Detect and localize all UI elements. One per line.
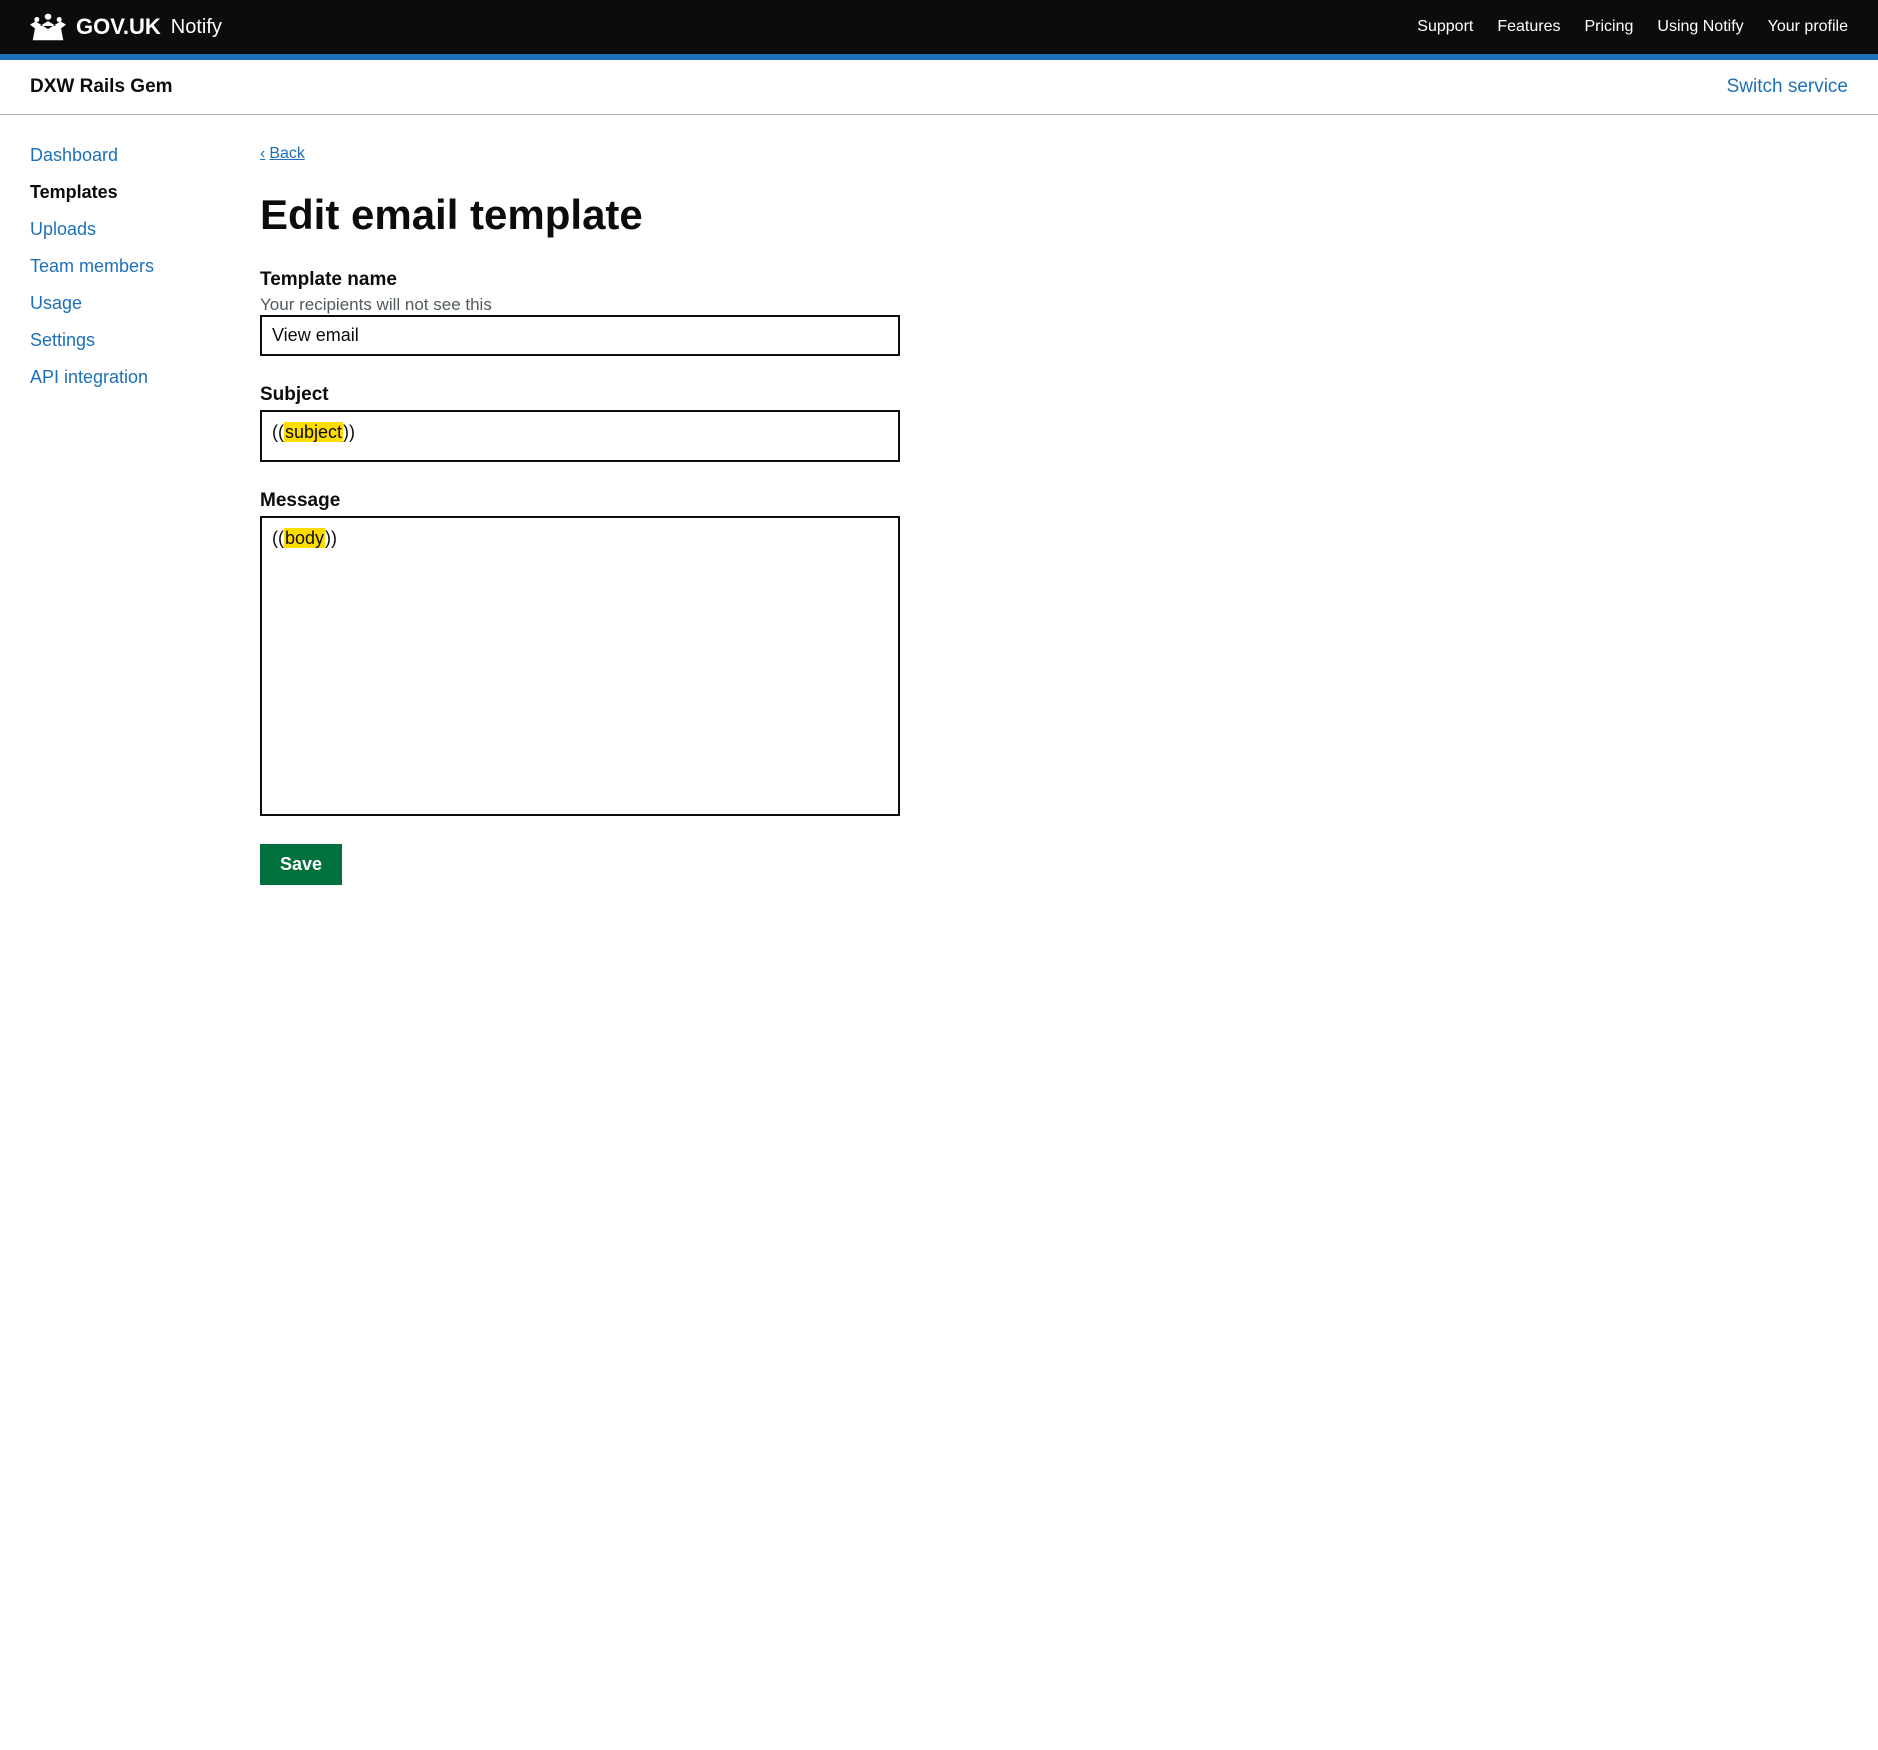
logo: GOV.UK Notify bbox=[30, 12, 222, 42]
service-name: DXW Rails Gem bbox=[30, 76, 173, 98]
message-label: Message bbox=[260, 490, 1040, 512]
sidebar-item-usage[interactable]: Usage bbox=[30, 293, 230, 314]
nav-using-notify[interactable]: Using Notify bbox=[1657, 18, 1743, 36]
template-name-hint: Your recipients will not see this bbox=[260, 295, 492, 314]
sidebar-item-dashboard[interactable]: Dashboard bbox=[30, 145, 230, 166]
sidebar: Dashboard Templates Uploads Team members… bbox=[30, 145, 230, 885]
sidebar-item-team-members[interactable]: Team members bbox=[30, 256, 230, 277]
subject-label: Subject bbox=[260, 384, 1040, 406]
header: GOV.UK Notify Support Features Pricing U… bbox=[0, 0, 1878, 54]
nav-your-profile[interactable]: Your profile bbox=[1768, 18, 1848, 36]
logo-text: GOV.UK bbox=[76, 14, 161, 40]
back-chevron-icon: ‹ bbox=[260, 145, 265, 163]
switch-service-link[interactable]: Switch service bbox=[1727, 76, 1848, 98]
message-input[interactable]: ((body)) bbox=[260, 516, 900, 816]
service-bar: DXW Rails Gem Switch service bbox=[0, 60, 1878, 115]
back-link[interactable]: ‹ Back bbox=[260, 145, 305, 163]
template-name-label: Template name bbox=[260, 269, 1040, 291]
save-button[interactable]: Save bbox=[260, 844, 342, 885]
back-label: Back bbox=[269, 145, 305, 163]
header-nav: Support Features Pricing Using Notify Yo… bbox=[1417, 18, 1848, 36]
subject-group: Subject ((subject)) bbox=[260, 384, 1040, 462]
page-title: Edit email template bbox=[260, 191, 1040, 239]
crown-icon bbox=[30, 12, 66, 42]
template-name-group: Template name Your recipients will not s… bbox=[260, 269, 1040, 356]
nav-features[interactable]: Features bbox=[1497, 18, 1560, 36]
body-variable: body bbox=[284, 528, 325, 548]
subject-input[interactable]: ((subject)) bbox=[260, 410, 900, 462]
main-layout: Dashboard Templates Uploads Team members… bbox=[0, 115, 1878, 915]
sidebar-item-settings[interactable]: Settings bbox=[30, 330, 230, 351]
sidebar-item-uploads[interactable]: Uploads bbox=[30, 219, 230, 240]
content: ‹ Back Edit email template Template name… bbox=[260, 145, 1040, 885]
sidebar-item-templates[interactable]: Templates bbox=[30, 182, 230, 203]
template-name-input[interactable] bbox=[260, 315, 900, 356]
nav-support[interactable]: Support bbox=[1417, 18, 1473, 36]
sidebar-item-api-integration[interactable]: API integration bbox=[30, 367, 230, 388]
notify-text: Notify bbox=[171, 16, 222, 39]
nav-pricing[interactable]: Pricing bbox=[1584, 18, 1633, 36]
subject-variable: subject bbox=[284, 422, 343, 442]
message-group: Message ((body)) bbox=[260, 490, 1040, 816]
